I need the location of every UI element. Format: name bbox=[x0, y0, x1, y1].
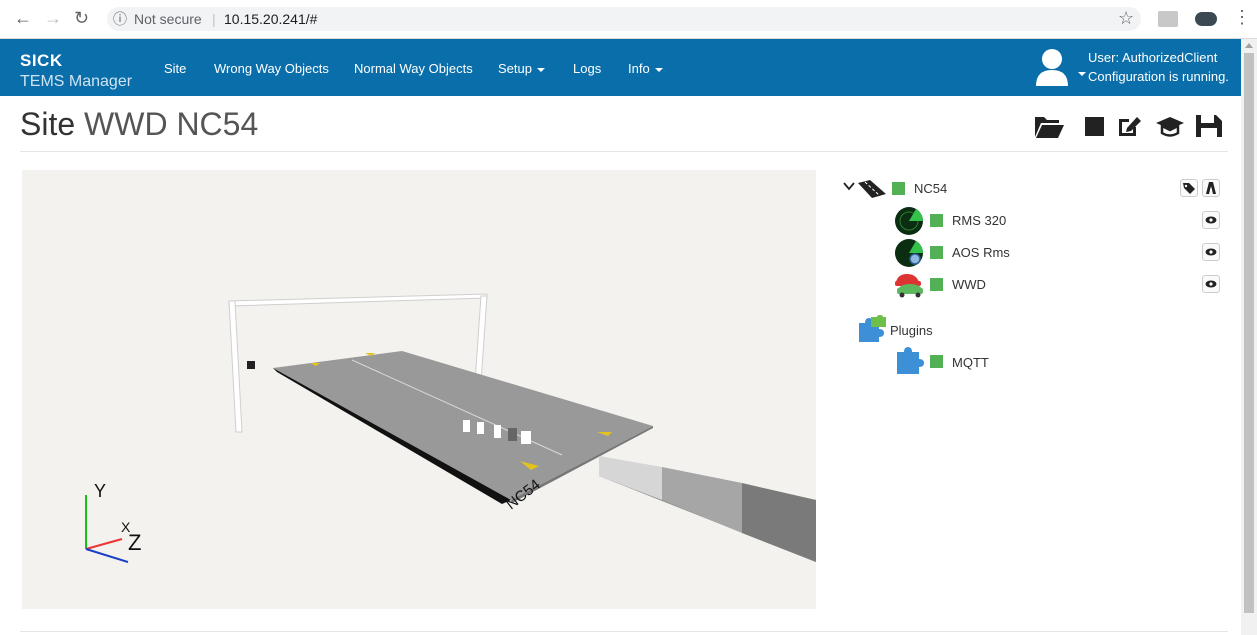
graduation-cap-icon[interactable] bbox=[1155, 113, 1185, 139]
radar-icon bbox=[895, 207, 923, 235]
tree-item-mqtt[interactable]: MQTT bbox=[952, 355, 989, 370]
detection-band-mid bbox=[662, 467, 742, 533]
extension-mail-icon[interactable] bbox=[1158, 11, 1178, 27]
page-scrollbar[interactable] bbox=[1241, 39, 1257, 635]
scroll-thumb[interactable] bbox=[1244, 53, 1254, 613]
user-menu-caret-icon[interactable] bbox=[1078, 72, 1086, 76]
gantry-post-left bbox=[228, 300, 243, 433]
app-navbar: SICK TEMS Manager Site Wrong Way Objects… bbox=[0, 39, 1241, 96]
site-name: WWD NC54 bbox=[84, 106, 259, 142]
page-title: Site WWD NC54 bbox=[20, 106, 258, 143]
status-ok-indicator bbox=[930, 246, 943, 259]
security-label: Not secure bbox=[134, 11, 202, 27]
visibility-button[interactable] bbox=[1202, 211, 1220, 229]
cars-icon bbox=[895, 274, 923, 298]
forward-arrow-icon[interactable]: → bbox=[44, 8, 62, 29]
detection-band-light bbox=[599, 456, 662, 500]
save-icon[interactable] bbox=[1194, 113, 1224, 139]
eye-icon bbox=[1205, 280, 1217, 288]
bookmark-star-icon[interactable]: ☆ bbox=[1118, 8, 1134, 29]
back-arrow-icon[interactable]: ← bbox=[14, 8, 32, 29]
browser-toolbar: ← → ↻ ⓘ Not secure | 10.15.20.241/# ☆ ⋮ bbox=[0, 0, 1257, 39]
page-title-prefix: Site bbox=[20, 106, 76, 142]
tree-plugins[interactable]: Plugins bbox=[890, 323, 933, 338]
sensor-box bbox=[247, 361, 255, 369]
status-ok-indicator bbox=[930, 278, 943, 291]
info-icon[interactable]: ⓘ bbox=[113, 7, 127, 31]
brand-logo[interactable]: SICK bbox=[20, 51, 63, 71]
nav-setup-label: Setup bbox=[498, 61, 532, 76]
detection-zone-block bbox=[477, 422, 484, 434]
status-ok-indicator bbox=[930, 214, 943, 227]
browser-menu-icon[interactable]: ⋮ bbox=[1233, 7, 1251, 28]
stop-icon[interactable] bbox=[1080, 113, 1110, 139]
tree-root-nc54[interactable]: NC54 bbox=[914, 181, 947, 196]
nav-setup-dropdown[interactable]: Setup bbox=[498, 61, 545, 76]
bottom-divider bbox=[20, 631, 1228, 632]
extension-avatar-icon[interactable] bbox=[1195, 12, 1217, 26]
brand-subtitle[interactable]: TEMS Manager bbox=[20, 73, 132, 91]
nav-logs[interactable]: Logs bbox=[573, 61, 601, 76]
eye-icon bbox=[1205, 248, 1217, 256]
edit-icon[interactable] bbox=[1115, 113, 1145, 139]
z-axis-label: Z bbox=[128, 530, 141, 555]
visibility-button[interactable] bbox=[1202, 243, 1220, 261]
scroll-up-arrow-icon[interactable] bbox=[1245, 43, 1253, 48]
folder-open-icon[interactable] bbox=[1034, 113, 1064, 139]
z-axis-line bbox=[85, 548, 129, 563]
detection-band-dark bbox=[742, 483, 816, 562]
visibility-button[interactable] bbox=[1202, 275, 1220, 293]
status-ok-indicator bbox=[930, 355, 943, 368]
gantry-post-right bbox=[474, 295, 488, 383]
road-icon bbox=[858, 180, 886, 198]
radar-search-icon bbox=[895, 239, 923, 267]
3d-scene: NC54 Y X Z bbox=[85, 293, 816, 563]
tree-item-wwd[interactable]: WWD bbox=[952, 277, 986, 292]
user-name: User: AuthorizedClient bbox=[1088, 50, 1218, 65]
eye-icon bbox=[1205, 216, 1217, 224]
tree-item-aos-rms[interactable]: AOS Rms bbox=[952, 245, 1010, 260]
road-type-button[interactable] bbox=[1202, 179, 1220, 197]
caret-down-icon bbox=[536, 67, 545, 72]
title-divider bbox=[20, 151, 1228, 152]
nav-normal-way-objects[interactable]: Normal Way Objects bbox=[354, 61, 473, 76]
nav-site[interactable]: Site bbox=[164, 61, 186, 76]
address-bar[interactable]: ⓘ Not secure | 10.15.20.241/# bbox=[107, 7, 1141, 31]
nav-info-dropdown[interactable]: Info bbox=[628, 61, 663, 76]
caret-down-icon bbox=[654, 67, 663, 72]
status-ok-indicator bbox=[892, 182, 905, 195]
tag-icon bbox=[1183, 183, 1195, 194]
x-axis-line bbox=[85, 538, 123, 550]
url-text[interactable]: 10.15.20.241/# bbox=[224, 7, 317, 31]
3d-viewport[interactable]: NC54 Y X Z bbox=[22, 170, 816, 609]
puzzle-icon bbox=[897, 347, 924, 374]
plugins-icon bbox=[859, 315, 886, 342]
road-type-icon bbox=[1206, 182, 1216, 194]
detection-zone-block bbox=[494, 425, 501, 438]
address-separator: | bbox=[212, 11, 216, 27]
y-axis-label: Y bbox=[94, 481, 106, 501]
detection-zone-block bbox=[508, 428, 517, 441]
tag-button[interactable] bbox=[1180, 179, 1198, 197]
detection-zone-block bbox=[463, 420, 470, 432]
nav-wrong-way-objects[interactable]: Wrong Way Objects bbox=[214, 61, 329, 76]
gantry-beam bbox=[228, 293, 488, 307]
configuration-status: Configuration is running. bbox=[1088, 69, 1229, 84]
chevron-down-icon[interactable] bbox=[843, 181, 855, 191]
detection-zone-block bbox=[521, 431, 531, 444]
reload-icon[interactable]: ↻ bbox=[74, 8, 89, 29]
nav-info-label: Info bbox=[628, 61, 650, 76]
user-icon[interactable] bbox=[1035, 48, 1069, 88]
tree-item-rms-320[interactable]: RMS 320 bbox=[952, 213, 1006, 228]
